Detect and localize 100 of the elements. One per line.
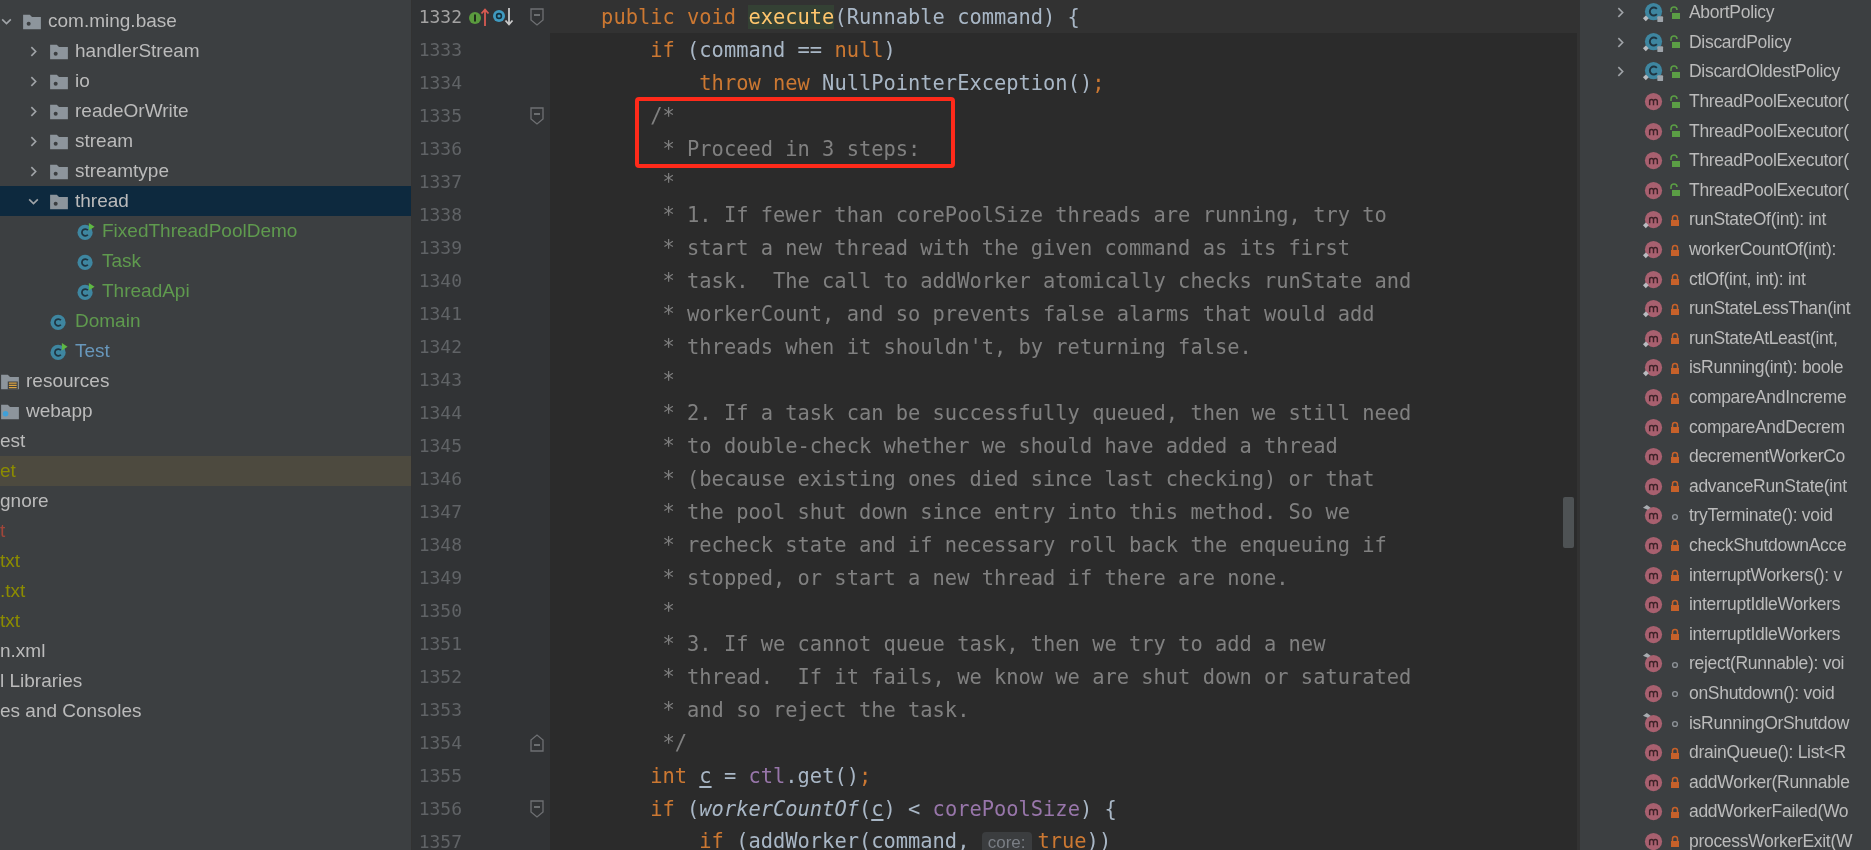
structure-item[interactable]: compareAndIncreme (1580, 382, 1871, 413)
code-token: ctl (748, 763, 786, 788)
tree-item[interactable]: n.xml (0, 636, 411, 666)
tree-item[interactable]: Test (0, 336, 411, 366)
tree-item[interactable]: est (0, 426, 411, 456)
structure-item[interactable]: ThreadPoolExecutor( (1580, 86, 1871, 117)
structure-item[interactable]: addWorkerFailed(Wo (1580, 797, 1871, 827)
tree-label: est (0, 430, 26, 452)
access-icon (1669, 834, 1681, 849)
tree-item[interactable]: Task (0, 246, 411, 276)
access-icon (1669, 301, 1681, 316)
method-icon (1642, 711, 1665, 735)
structure-item[interactable]: ThreadPoolExecutor( (1580, 175, 1871, 206)
tree-item[interactable]: gnore (0, 486, 411, 516)
structure-item[interactable]: runStateAtLeast(int, (1580, 323, 1871, 354)
member-label: interruptIdleWorkers (1689, 623, 1841, 645)
structure-item[interactable]: drainQueue(): List<R (1580, 737, 1871, 768)
fold-icon[interactable] (530, 799, 544, 818)
class-icon (1642, 30, 1665, 54)
structure-item[interactable]: decrementWorkerCo (1580, 441, 1871, 472)
tree-item[interactable]: txt (0, 546, 411, 576)
tree-item[interactable]: readeOrWrite (0, 96, 411, 126)
tree-label: FixedThreadPoolDemo (102, 220, 298, 242)
code-token: null (834, 37, 884, 62)
tree-item[interactable]: FixedThreadPoolDemo (0, 216, 411, 246)
code-token: * start a new thread with the given command as its first (662, 235, 1350, 260)
tree-label: et (0, 460, 16, 482)
access-icon (1669, 272, 1681, 287)
structure-item[interactable]: ThreadPoolExecutor( (1580, 145, 1871, 176)
code-token: true (1037, 829, 1087, 850)
structure-item[interactable]: interruptIdleWorkers (1580, 619, 1871, 650)
structure-item[interactable]: DiscardPolicy (1580, 27, 1871, 58)
tree-label: n.xml (0, 640, 46, 662)
code-token: ) { (1079, 796, 1117, 821)
access-icon (1669, 124, 1681, 139)
code-token: * thread. If it fails, we know we are shut down or saturated (662, 664, 1412, 689)
code-token: NullPointerException() (822, 70, 1093, 95)
tree-item[interactable]: l Libraries (0, 666, 411, 696)
access-icon (1669, 479, 1681, 494)
tree-item[interactable]: thread (0, 186, 411, 216)
structure-item[interactable]: advanceRunState(int (1580, 471, 1871, 502)
member-label: isRunningOrShutdow (1689, 712, 1849, 734)
access-icon (1669, 65, 1681, 79)
tree-item[interactable]: webapp (0, 396, 411, 426)
fold-icon[interactable] (530, 733, 544, 752)
class-icon (1642, 1, 1665, 25)
code-token: execute (748, 4, 835, 29)
code-token: * the pool shut down since entry into this method. So we (662, 499, 1350, 524)
access-icon (1669, 360, 1681, 375)
code-token: (addWorker(command, (736, 829, 971, 850)
fold-icon[interactable] (530, 106, 544, 125)
class-icon (76, 221, 96, 241)
code-token: * workerCount, and so prevents false alarms that would add (662, 301, 1375, 326)
structure-item[interactable]: reject(Runnable): voi (1580, 649, 1871, 679)
structure-item[interactable]: runStateLessThan(int (1580, 293, 1871, 324)
method-icon (1642, 386, 1665, 409)
code-token: * threads when it shouldn't, by returning false. (662, 334, 1252, 359)
tree-item[interactable]: es and Consoles (0, 696, 411, 726)
down-arrow-badge-icon[interactable] (492, 5, 514, 28)
tree-item[interactable]: .txt (0, 576, 411, 606)
code-token: workerCountOf (699, 796, 859, 821)
structure-item[interactable]: isRunning(int): boole (1580, 353, 1871, 383)
tree-item[interactable]: resources (0, 366, 411, 396)
structure-item[interactable]: workerCountOf(int): (1580, 234, 1871, 265)
code-token: .get() (785, 763, 859, 788)
structure-item[interactable]: addWorker(Runnable (1580, 767, 1871, 798)
tree-item[interactable]: streamtype (0, 156, 411, 186)
structure-item[interactable]: interruptIdleWorkers (1580, 589, 1871, 620)
tree-label: webapp (26, 400, 93, 422)
structure-item[interactable]: tryTerminate(): void (1580, 501, 1871, 531)
tree-item[interactable]: io (0, 66, 411, 96)
tree-label: ThreadApi (102, 280, 190, 302)
structure-item[interactable]: interruptWorkers(): v (1580, 560, 1871, 590)
member-label: runStateLessThan(int (1689, 298, 1851, 320)
tree-item[interactable]: Domain (0, 306, 411, 336)
tree-item[interactable]: ThreadApi (0, 276, 411, 306)
code-token: * and so reject the task. (662, 697, 970, 722)
tree-label: resources (26, 370, 110, 392)
tree-item[interactable]: com.ming.base (0, 6, 411, 36)
tree-item[interactable]: stream (0, 126, 411, 156)
structure-item[interactable]: isRunningOrShutdow (1580, 708, 1871, 738)
tree-label: es and Consoles (0, 700, 142, 722)
structure-item[interactable]: ThreadPoolExecutor( (1580, 116, 1871, 146)
member-label: ThreadPoolExecutor( (1689, 179, 1849, 201)
fold-icon[interactable] (530, 7, 544, 26)
structure-item[interactable]: AbortPolicy (1580, 0, 1871, 28)
structure-item[interactable]: ctlOf(int, int): int (1580, 264, 1871, 294)
structure-item[interactable]: processWorkerExit(W (1580, 826, 1871, 850)
structure-item[interactable]: compareAndDecrem (1580, 412, 1871, 442)
structure-item[interactable]: onShutdown(): void (1580, 678, 1871, 709)
code-token: if (650, 796, 675, 821)
code-token: * stopped, or start a new thread if there are none. (662, 565, 1289, 590)
access-icon (1669, 183, 1681, 198)
code-token: = (723, 763, 738, 788)
tree-item[interactable]: handlerStream (0, 36, 411, 66)
structure-item[interactable]: checkShutdownAcce (1580, 530, 1871, 561)
structure-item[interactable]: DiscardOldestPolicy (1580, 57, 1871, 87)
scrollbar-thumb[interactable] (1563, 497, 1574, 548)
structure-item[interactable]: runStateOf(int): int (1580, 205, 1871, 235)
tree-item[interactable]: txt (0, 606, 411, 636)
